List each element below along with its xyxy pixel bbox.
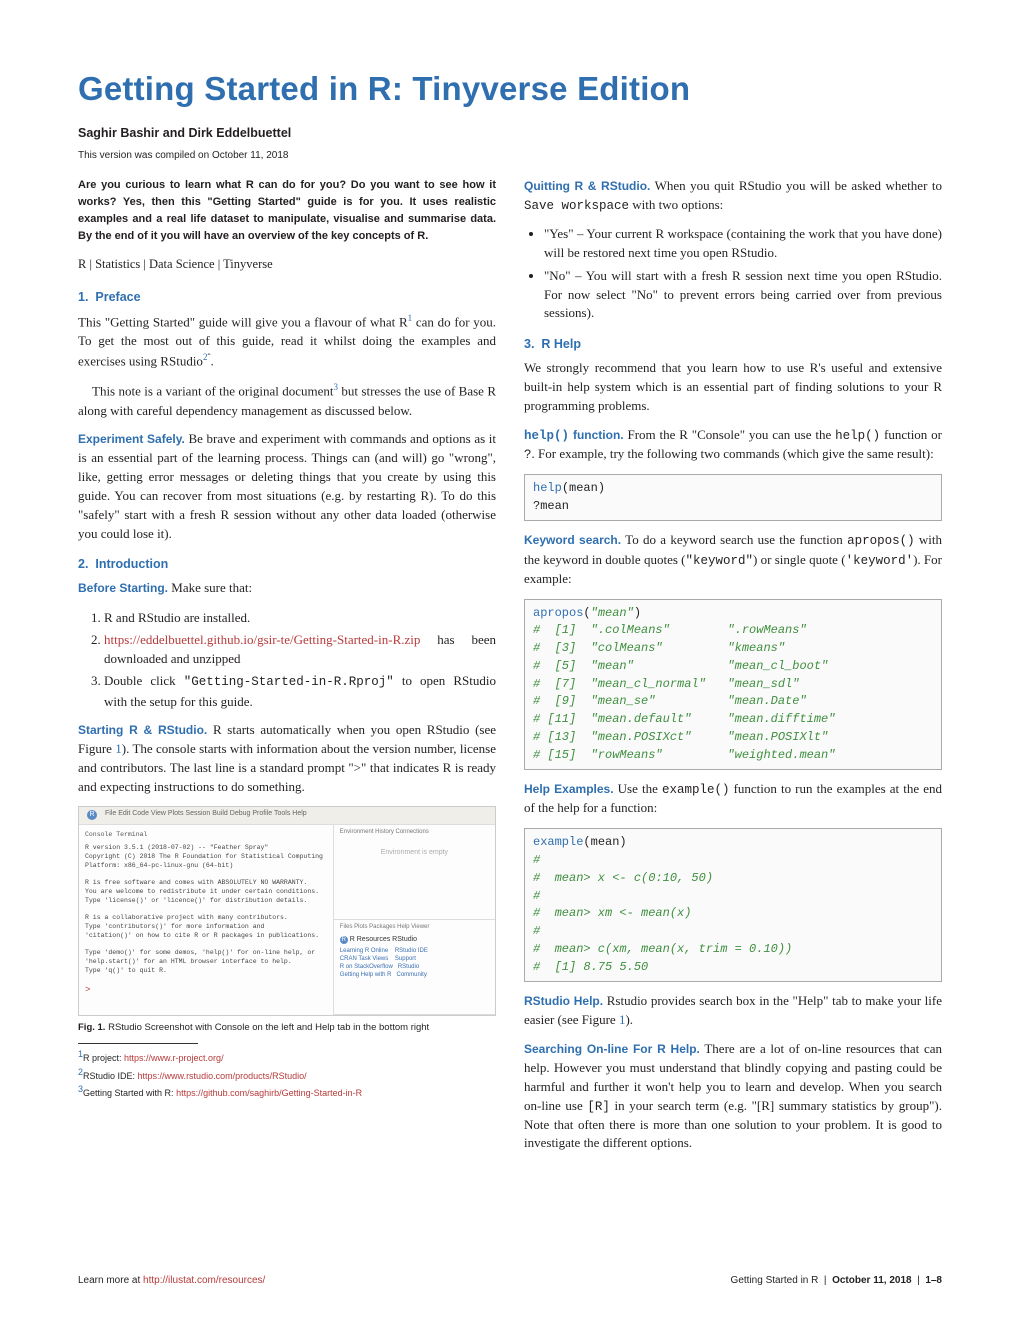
code-example-mean: example(mean) # # mean> x <- c(0:10, 50)… xyxy=(524,828,942,982)
quitting-r: Quitting R & RStudio. When you quit RStu… xyxy=(524,177,942,215)
searching-online: Searching On-line For R Help. There are … xyxy=(524,1040,942,1153)
footer-link[interactable]: http://ilustat.com/resources/ xyxy=(143,1275,265,1286)
r-help-intro: We strongly recommend that you learn how… xyxy=(524,359,942,416)
rstudio-help: RStudio Help. Rstudio provides search bo… xyxy=(524,992,942,1030)
figure-env-pane: Environment History Connections Environm… xyxy=(334,825,495,920)
preface-para-2: This note is a variant of the original d… xyxy=(78,381,496,420)
help-function: help() help() function.function. From th… xyxy=(524,426,942,464)
footnote-1: 1R project: https://www.r-project.org/ xyxy=(78,1048,496,1066)
footnote-rule xyxy=(78,1043,198,1044)
figure-1-caption: Fig. 1. RStudio Screenshot with Console … xyxy=(78,1022,496,1033)
quit-options: "Yes" – Your current R workspace (contai… xyxy=(544,225,942,323)
experiment-safely: Experiment Safely. Be brave and experime… xyxy=(78,430,496,543)
r-prompt-icon: > xyxy=(85,985,90,995)
footnote-2: 2RStudio IDE: https://www.rstudio.com/pr… xyxy=(78,1066,496,1084)
before-list: R and RStudio are installed. https://edd… xyxy=(104,608,496,711)
download-link[interactable]: https://eddelbuettel.github.io/gsir-te/G… xyxy=(104,632,420,647)
list-item: R and RStudio are installed. xyxy=(104,608,496,628)
footer-pageinfo: Getting Started in R | October 11, 2018 … xyxy=(731,1275,942,1286)
abstract: Are you curious to learn what R can do f… xyxy=(78,177,496,245)
section-introduction: 2. Introduction xyxy=(78,557,496,571)
figure-menubar: R File Edit Code View Plots Session Buil… xyxy=(79,807,495,825)
page-footer: Learn more at http://ilustat.com/resourc… xyxy=(78,1275,942,1286)
list-item: "No" – You will start with a fresh R ses… xyxy=(544,267,942,324)
authors: Saghir Bashir and Dirk Eddelbuettel xyxy=(78,126,942,140)
list-item: https://eddelbuettel.github.io/gsir-te/G… xyxy=(104,630,496,669)
section-r-help: 3. R Help xyxy=(524,337,942,351)
left-column: Are you curious to learn what R can do f… xyxy=(78,177,496,1163)
keyword-search: Keyword search. To do a keyword search u… xyxy=(524,531,942,588)
page-title: Getting Started in R: Tinyverse Edition xyxy=(78,70,942,108)
list-item: "Yes" – Your current R workspace (contai… xyxy=(544,225,942,263)
code-help-mean: help(mean) ?mean xyxy=(524,474,942,522)
footnote-3: 3Getting Started with R: https://github.… xyxy=(78,1083,496,1101)
figure-1: R File Edit Code View Plots Session Buil… xyxy=(78,806,496,1016)
footnote-link[interactable]: https://github.com/saghirb/Getting-Start… xyxy=(176,1088,362,1098)
code-apropos: apropos("mean") # [1] ".colMeans" ".rowM… xyxy=(524,599,942,771)
section-preface: 1. Preface xyxy=(78,290,496,304)
footnote-link[interactable]: https://www.r-project.org/ xyxy=(124,1053,224,1063)
preface-para-1: This "Getting Started" guide will give y… xyxy=(78,312,496,371)
r-logo-icon: R xyxy=(87,810,97,820)
before-starting: Before Starting. Make sure that: xyxy=(78,579,496,598)
compiled-date: This version was compiled on October 11,… xyxy=(78,150,942,161)
runin-experiment-safely: Experiment Safely. xyxy=(78,432,185,446)
figure-help-pane: Files Plots Packages Help Viewer R R Res… xyxy=(334,920,495,1015)
list-item: Double click "Getting-Started-in-R.Rproj… xyxy=(104,671,496,711)
figure-console-pane: Console Terminal R version 3.5.1 (2018-0… xyxy=(79,825,334,1015)
keywords: R | Statistics | Data Science | Tinyvers… xyxy=(78,257,496,272)
footnote-link[interactable]: https://www.rstudio.com/products/RStudio… xyxy=(138,1071,307,1081)
right-column: Quitting R & RStudio. When you quit RStu… xyxy=(524,177,942,1163)
starting-r-rstudio: Starting R & RStudio. R starts automatic… xyxy=(78,721,496,796)
help-examples: Help Examples. Use the example() functio… xyxy=(524,780,942,818)
